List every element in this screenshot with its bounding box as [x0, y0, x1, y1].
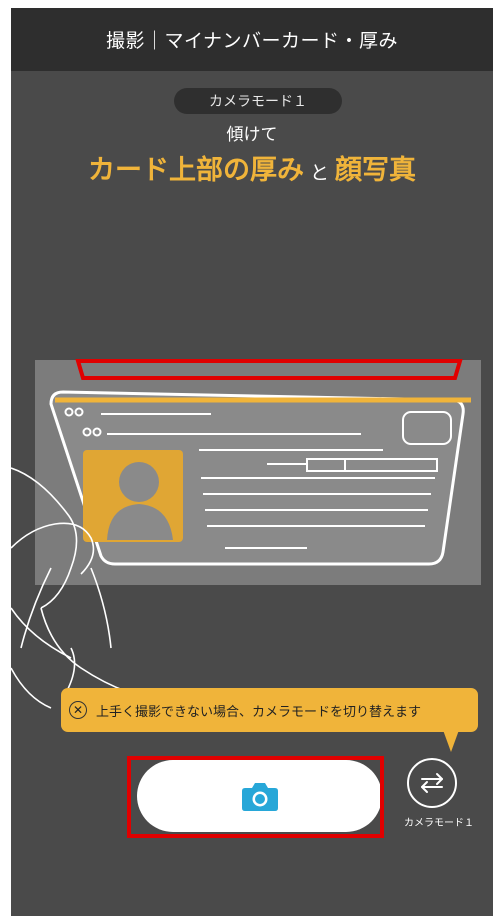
close-circle-icon[interactable]: ✕ — [69, 701, 87, 719]
face-photo-icon — [83, 450, 183, 542]
camera-mode-badge: カメラモード１ — [174, 88, 342, 114]
capture-instruction: カード上部の厚みと顔写真 — [11, 148, 493, 187]
instruction-part-thickness: カード上部の厚み — [87, 155, 304, 186]
shutter-highlight-frame — [127, 756, 384, 838]
camera-mode-switch-button[interactable] — [407, 758, 457, 808]
swap-arrows-icon — [421, 773, 443, 793]
app-screen: 撮影｜マイナンバーカード・厚み カメラモード１ 傾けて カード上部の厚み と 顔… — [11, 8, 493, 916]
mode-switch-label: カメラモード１ — [404, 818, 474, 829]
instruction-part-photo: 顔写真 — [335, 155, 416, 186]
card-outline — [49, 390, 471, 566]
mode-switch-hint: ✕ 上手く撮影できない場合、カメラモードを切り替えます — [61, 688, 478, 732]
tilt-instruction: 傾けて — [226, 125, 278, 145]
hint-pointer — [443, 730, 459, 752]
hint-text: 上手く撮影できない場合、カメラモードを切り替えます — [96, 704, 422, 720]
instruction-connector: と — [309, 162, 329, 184]
